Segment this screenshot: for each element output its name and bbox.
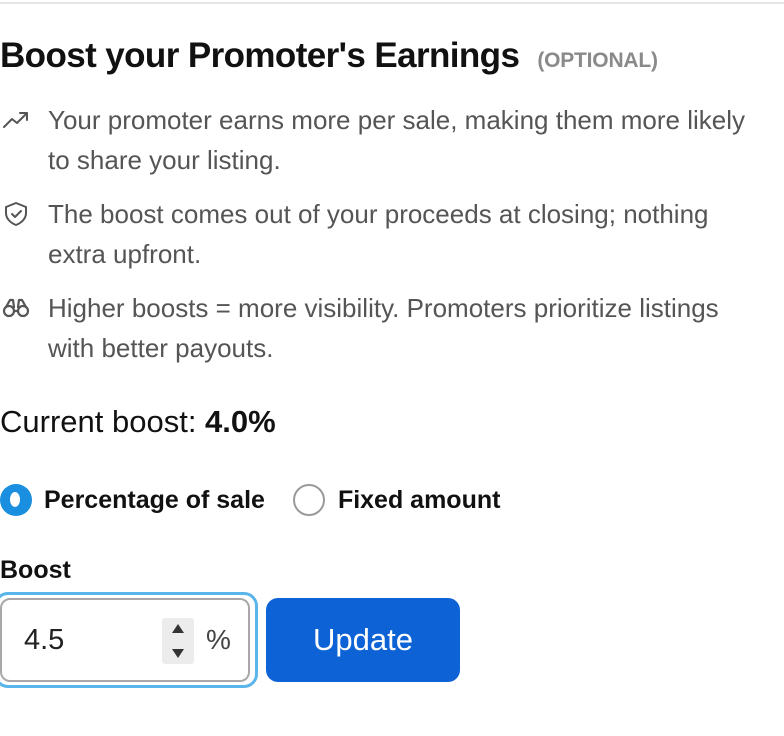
update-button[interactable]: Update [266,598,460,682]
section-header: Boost your Promoter's Earnings (OPTIONAL… [0,36,658,76]
radio-label-percentage[interactable]: Percentage of sale [44,486,265,515]
section-title: Boost your Promoter's Earnings [0,36,520,75]
decrement-arrow-icon[interactable] [172,649,184,658]
current-boost: Current boost: 4.0% [0,404,276,440]
current-boost-label: Current boost: [0,404,206,439]
shield-check-icon [2,200,30,228]
benefit-text: Higher boosts = more visibility. Promote… [48,293,719,363]
number-stepper[interactable] [162,618,194,664]
boost-type-selector: Percentage of sale Fixed amount [0,480,500,520]
percent-unit: % [206,624,231,655]
radio-percentage-of-sale[interactable] [0,484,32,516]
benefit-text: Your promoter earns more per sale, makin… [48,105,745,175]
optional-tag: (OPTIONAL) [537,49,658,72]
binoculars-icon [2,294,30,322]
boost-input[interactable]: 4.5 % [0,598,250,682]
radio-fixed-amount[interactable] [292,484,325,516]
boost-panel: Boost your Promoter's Earnings (OPTIONAL… [0,0,784,736]
current-boost-value: 4.0% [205,404,276,439]
boost-input-value[interactable]: 4.5 [24,624,64,657]
boost-field-label: Boost [0,556,71,584]
top-divider [0,2,784,4]
radio-label-fixed[interactable]: Fixed amount [338,486,501,515]
benefit-text: The boost comes out of your proceeds at … [48,199,709,269]
trend-up-icon [2,106,30,134]
increment-arrow-icon[interactable] [172,624,184,633]
